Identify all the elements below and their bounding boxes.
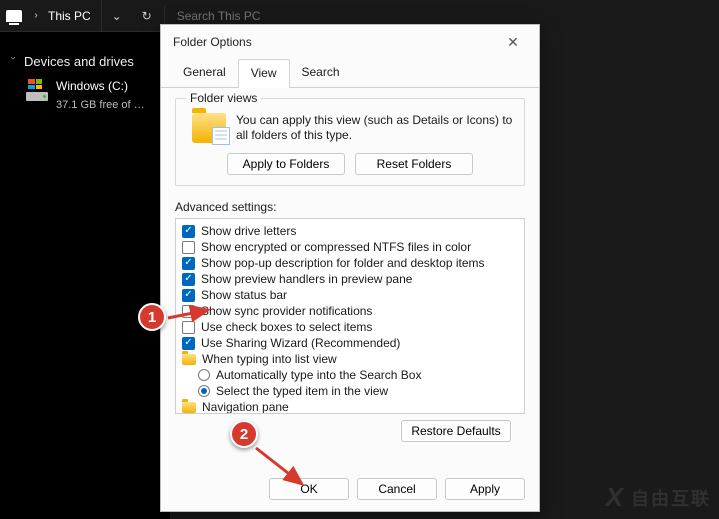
lbl-popup-desc: Show pop-up description for folder and d… xyxy=(201,256,485,270)
folder-views-group: Folder views You can apply this view (su… xyxy=(175,98,525,186)
dialog-titlebar[interactable]: Folder Options ✕ xyxy=(161,25,539,59)
breadcrumb-location[interactable]: This PC xyxy=(44,9,95,23)
rb-typing-select[interactable] xyxy=(198,385,210,397)
address-bar-right: ⌄ ↻ xyxy=(102,0,162,32)
breadcrumb[interactable]: › This PC xyxy=(0,0,102,31)
drive-icon xyxy=(26,79,48,101)
folder-options-dialog: Folder Options ✕ General View Search Fol… xyxy=(160,24,540,512)
reset-folders-button[interactable]: Reset Folders xyxy=(355,153,473,175)
lbl-ntfs-color: Show encrypted or compressed NTFS files … xyxy=(201,240,471,254)
advanced-settings-label: Advanced settings: xyxy=(175,200,525,214)
cb-sharing-wizard[interactable] xyxy=(182,337,195,350)
tab-view[interactable]: View xyxy=(238,59,290,88)
chevron-down-icon: › xyxy=(8,57,19,67)
close-icon[interactable]: ✕ xyxy=(499,34,527,51)
refresh-button[interactable]: ↻ xyxy=(132,0,162,32)
folder-views-icon xyxy=(192,113,226,143)
drive-name: Windows (C:) xyxy=(56,79,145,93)
dialog-footer: OK Cancel Apply xyxy=(161,467,539,511)
cb-checkboxes[interactable] xyxy=(182,321,195,334)
lbl-preview: Show preview handlers in preview pane xyxy=(201,272,412,286)
annotation-badge-2: 2 xyxy=(230,420,258,448)
cb-preview[interactable] xyxy=(182,273,195,286)
folder-icon xyxy=(182,402,196,413)
cb-ntfs-color[interactable] xyxy=(182,241,195,254)
watermark-text: 自由互联 xyxy=(631,485,711,511)
navigation-pane: › Devices and drives Windows (C:) 37.1 G… xyxy=(0,32,170,519)
lbl-typing-auto: Automatically type into the Search Box xyxy=(216,368,421,382)
tab-view-pane: Folder views You can apply this view (su… xyxy=(161,88,539,466)
tree-section-header[interactable]: › Devices and drives xyxy=(8,54,162,69)
cb-drive-letters[interactable] xyxy=(182,225,195,238)
lbl-checkboxes: Use check boxes to select items xyxy=(201,320,372,334)
lbl-nav-pane: Navigation pane xyxy=(202,400,289,414)
lbl-sharing-wizard: Use Sharing Wizard (Recommended) xyxy=(201,336,400,350)
history-dropdown-button[interactable]: ⌄ xyxy=(102,0,132,32)
annotation-badge-1: 1 xyxy=(138,303,166,331)
folder-views-legend: Folder views xyxy=(186,91,261,105)
lbl-typing-group: When typing into list view xyxy=(202,352,337,366)
section-label: Devices and drives xyxy=(24,54,134,69)
cancel-button[interactable]: Cancel xyxy=(357,478,437,500)
chevron-right-icon: › xyxy=(28,10,44,21)
folder-icon xyxy=(182,354,196,365)
annotation-arrow-2 xyxy=(252,444,312,494)
rb-typing-auto[interactable] xyxy=(198,369,210,381)
cb-status-bar[interactable] xyxy=(182,289,195,302)
annotation-arrow-1 xyxy=(166,304,214,322)
lbl-sync-notif: Show sync provider notifications xyxy=(201,304,372,318)
lbl-typing-select: Select the typed item in the view xyxy=(216,384,388,398)
drive-item[interactable]: Windows (C:) 37.1 GB free of … xyxy=(8,79,162,111)
advanced-settings-list[interactable]: Show drive letters Show encrypted or com… xyxy=(175,218,525,414)
tab-search[interactable]: Search xyxy=(290,59,352,87)
apply-to-folders-button[interactable]: Apply to Folders xyxy=(227,153,345,175)
watermark: X 自由互联 xyxy=(606,482,711,513)
lbl-status-bar: Show status bar xyxy=(201,288,287,302)
watermark-x-icon: X xyxy=(606,482,625,513)
apply-button[interactable]: Apply xyxy=(445,478,525,500)
tab-general[interactable]: General xyxy=(171,59,238,87)
restore-defaults-button[interactable]: Restore Defaults xyxy=(401,420,511,442)
dialog-tabs: General View Search xyxy=(161,59,539,88)
folder-views-desc: You can apply this view (such as Details… xyxy=(236,113,514,143)
separator xyxy=(164,6,165,26)
lbl-drive-letters: Show drive letters xyxy=(201,224,296,238)
pc-icon xyxy=(6,10,22,22)
dialog-title: Folder Options xyxy=(173,35,252,49)
drive-free-space: 37.1 GB free of … xyxy=(56,99,145,111)
cb-popup-desc[interactable] xyxy=(182,257,195,270)
